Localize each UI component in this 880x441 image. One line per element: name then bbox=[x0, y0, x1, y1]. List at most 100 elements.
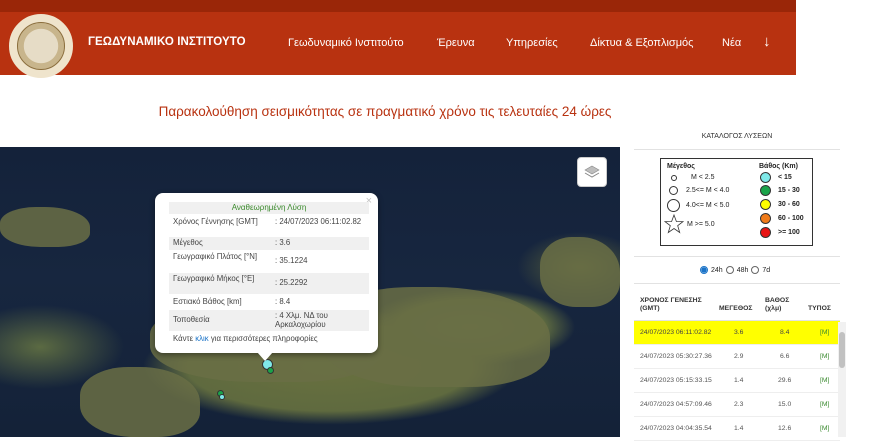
row-depth: 29.6 bbox=[778, 377, 792, 384]
legend-mag-label: 2.5<= M < 4.0 bbox=[686, 187, 730, 194]
row-type: [M] bbox=[820, 401, 830, 408]
institute-logo[interactable] bbox=[9, 14, 73, 78]
table-row[interactable]: 24/07/2023 05:30:27.36 2.9 6.6 [M] bbox=[634, 345, 840, 369]
row-type: [M] bbox=[820, 377, 830, 384]
table-scrollbar-thumb[interactable] bbox=[839, 332, 845, 368]
table-row[interactable]: 24/07/2023 05:15:33.15 1.4 29.6 [M] bbox=[634, 369, 840, 393]
legend-mag-title: Μέγεθος bbox=[667, 163, 695, 170]
popup-footer-pre: Κάντε bbox=[173, 334, 196, 343]
row-time: 24/07/2023 04:57:09.46 bbox=[640, 401, 712, 408]
legend-depth-label: 15 - 30 bbox=[778, 187, 800, 194]
radio-label-24h: 24h bbox=[711, 266, 723, 274]
row-time: 24/07/2023 05:15:33.15 bbox=[640, 377, 712, 384]
popup-value: : 35.1224 bbox=[275, 256, 308, 265]
legend-depth-label: 30 - 60 bbox=[778, 201, 800, 208]
layers-button[interactable] bbox=[577, 157, 607, 187]
popup-key: Χρόνος Γέννησης [GMT] bbox=[173, 217, 258, 226]
legend-depth-label: < 15 bbox=[778, 174, 792, 181]
popup-key: Γεωγραφικό Μήκος [°E] bbox=[173, 274, 255, 283]
popup-row: Τοποθεσία : 4 Χλμ. ΝΔ του Αρκαλοχωρίου bbox=[169, 310, 369, 331]
row-mag: 1.4 bbox=[734, 425, 744, 432]
col-time[interactable]: ΧΡΟΝΟΣ ΓΕΝΕΣΗΣ (GMT) bbox=[640, 297, 708, 313]
popup-value: : 25.2292 bbox=[275, 278, 308, 287]
row-type: [M] bbox=[820, 329, 830, 336]
panel-title: ΚΑΤΑΛΟΓΟΣ ΛΥΣΕΩΝ bbox=[701, 133, 773, 140]
menu-services[interactable]: Υπηρεσίες bbox=[506, 37, 558, 49]
star-icon bbox=[664, 214, 684, 234]
popup-row: Χρόνος Γέννησης [GMT] : 24/07/2023 06:11… bbox=[169, 216, 369, 234]
earthquake-marker[interactable] bbox=[219, 394, 225, 400]
legend-mag-label: M < 2.5 bbox=[691, 174, 715, 181]
legend-depth-label: >= 100 bbox=[778, 229, 800, 236]
popup-value: : 8.4 bbox=[275, 297, 291, 306]
popup-footer-post: για περισσότερες πληροφορίες bbox=[208, 334, 318, 343]
brand-name[interactable]: ΓΕΩΔΥΝΑΜΙΚΟ ΙΝΣΤΙΤΟΥΤΟ bbox=[88, 36, 246, 48]
radio-48h[interactable] bbox=[725, 266, 734, 274]
arrow-down-icon[interactable]: ↓ bbox=[763, 33, 771, 50]
depth-dot-icon bbox=[760, 213, 771, 224]
popup-header: Αναθεωρημένη Λύση bbox=[169, 202, 369, 214]
row-depth: 8.4 bbox=[780, 329, 790, 336]
row-type: [M] bbox=[820, 353, 830, 360]
table-row[interactable]: 24/07/2023 06:11:02.82 3.6 8.4 [M] bbox=[634, 321, 840, 345]
details-link[interactable]: κλικ bbox=[195, 334, 208, 343]
popup-footer: Κάντε κλικ για περισσότερες πληροφορίες bbox=[173, 334, 318, 343]
row-type: [M] bbox=[820, 425, 830, 432]
row-mag: 2.9 bbox=[734, 353, 744, 360]
divider bbox=[634, 283, 840, 284]
menu-news[interactable]: Νέα bbox=[722, 37, 741, 49]
divider bbox=[634, 149, 840, 150]
radio-label-7d: 7d bbox=[762, 266, 771, 274]
popup-value: : 4 Χλμ. ΝΔ του Αρκαλοχωρίου bbox=[275, 311, 328, 329]
popup-row: Γεωγραφικό Πλάτος [°N] : 35.1224 bbox=[169, 251, 369, 272]
row-depth: 15.0 bbox=[778, 401, 792, 408]
popup-key: Γεωγραφικό Πλάτος [°N] bbox=[173, 252, 258, 261]
menu-networks[interactable]: Δίκτυα & Εξοπλισμός bbox=[590, 37, 693, 49]
row-depth: 12.6 bbox=[778, 425, 792, 432]
table-row[interactable]: 24/07/2023 04:04:35.54 1.4 12.6 [M] bbox=[634, 417, 840, 441]
row-time: 24/07/2023 04:04:35.54 bbox=[640, 425, 712, 432]
earthquake-marker[interactable] bbox=[267, 367, 274, 374]
popup-tail bbox=[257, 352, 273, 361]
mag-circle-icon bbox=[669, 186, 678, 195]
mag-circle-icon bbox=[671, 175, 677, 181]
radio-label-48h: 48h bbox=[736, 266, 749, 274]
map-land bbox=[540, 237, 620, 307]
layers-icon bbox=[584, 165, 600, 178]
table-row[interactable]: 24/07/2023 04:57:09.46 2.3 15.0 [M] bbox=[634, 393, 840, 417]
logo-ring bbox=[17, 22, 65, 70]
legend-mag-label: 4.0<= M < 5.0 bbox=[686, 202, 730, 209]
solutions-panel: ΚΑΤΑΛΟΓΟΣ ΛΥΣΕΩΝ Μέγεθος M < 2.5 2.5<= M… bbox=[628, 125, 846, 441]
legend-box: Μέγεθος M < 2.5 2.5<= M < 4.0 4.0<= M < … bbox=[660, 158, 813, 246]
depth-dot-icon bbox=[760, 185, 771, 196]
map-land bbox=[0, 207, 90, 247]
row-depth: 6.6 bbox=[780, 353, 790, 360]
row-mag: 2.3 bbox=[734, 401, 744, 408]
col-depth[interactable]: ΒΑΘΟΣ (χλμ) bbox=[765, 297, 799, 313]
radio-24h[interactable] bbox=[700, 266, 708, 274]
col-magnitude[interactable]: ΜΕΓΕΘΟΣ bbox=[719, 305, 752, 313]
popup-value: : 24/07/2023 06:11:02.82 bbox=[275, 217, 362, 226]
legend-depth-title: Βάθος (Km) bbox=[759, 163, 798, 170]
depth-dot-icon bbox=[760, 172, 771, 183]
col-type[interactable]: ΤΥΠΟΣ bbox=[808, 305, 831, 313]
row-mag: 3.6 bbox=[734, 329, 744, 336]
map-land bbox=[80, 367, 200, 437]
popup-row: Μέγεθος : 3.6 bbox=[169, 237, 369, 250]
menu-research[interactable]: Έρευνα bbox=[437, 37, 475, 49]
legend-depth-label: 60 - 100 bbox=[778, 215, 804, 222]
menu-institute[interactable]: Γεωδυναμικό Ινστιτούτο bbox=[288, 37, 404, 49]
divider bbox=[634, 256, 840, 257]
page-title: Παρακολούθηση σεισμικότητας σε πραγματικ… bbox=[158, 104, 612, 119]
top-strip bbox=[0, 0, 796, 12]
popup-row: Γεωγραφικό Μήκος [°E] : 25.2292 bbox=[169, 273, 369, 294]
row-mag: 1.4 bbox=[734, 377, 744, 384]
row-time: 24/07/2023 05:30:27.36 bbox=[640, 353, 712, 360]
popup-value: : 3.6 bbox=[275, 238, 291, 247]
popup-key: Μέγεθος bbox=[173, 238, 203, 247]
depth-dot-icon bbox=[760, 199, 771, 210]
radio-7d[interactable] bbox=[751, 266, 760, 274]
earthquake-popup: × Αναθεωρημένη Λύση Χρόνος Γέννησης [GMT… bbox=[155, 193, 378, 353]
depth-dot-icon bbox=[760, 227, 771, 238]
row-time: 24/07/2023 06:11:02.82 bbox=[640, 329, 712, 336]
